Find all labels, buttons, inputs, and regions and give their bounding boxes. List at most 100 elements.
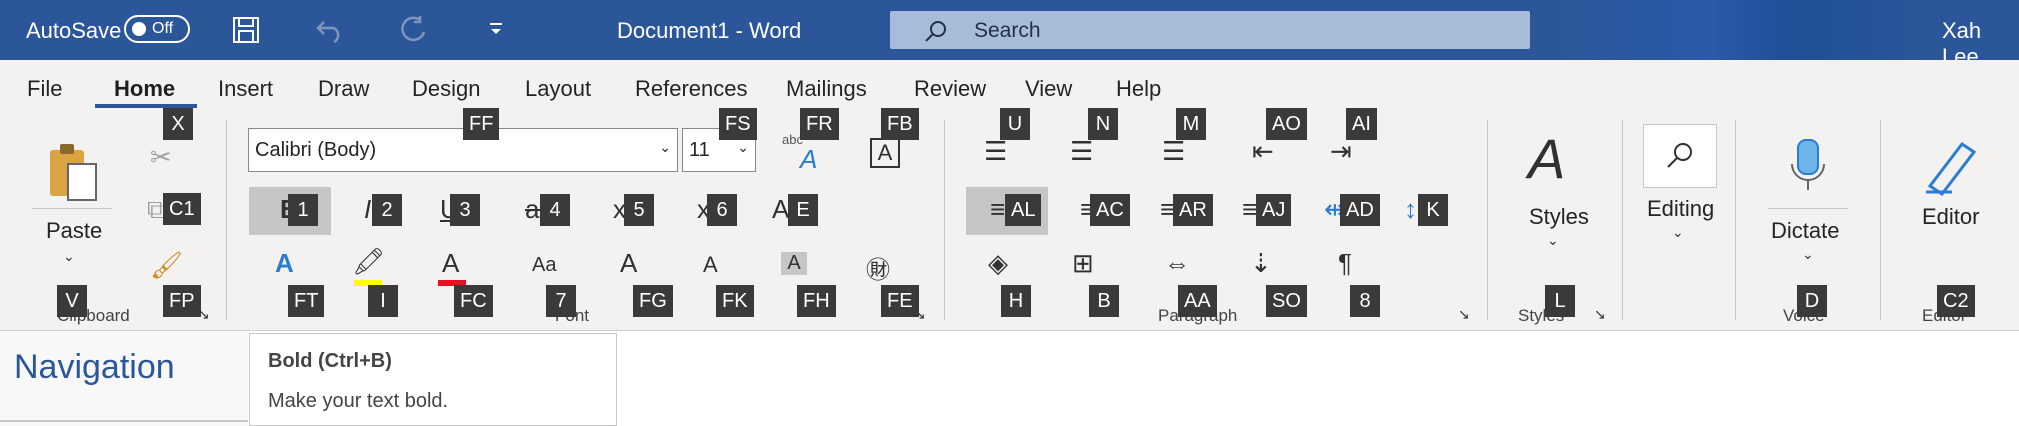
enclose-characters-icon[interactable]: ㊖ xyxy=(866,250,890,285)
keytip: FP xyxy=(163,285,201,317)
keytip: K xyxy=(1418,194,1448,226)
customize-qat-icon[interactable] xyxy=(488,22,504,38)
highlighter-icon[interactable]: 🖍 xyxy=(352,246,385,277)
navigation-title: Navigation xyxy=(14,348,175,386)
keytip: FT xyxy=(288,285,325,317)
keytip: AR xyxy=(1173,194,1213,226)
font-family-value: Calibri (Body) xyxy=(255,139,377,161)
editing-button[interactable] xyxy=(1643,124,1717,188)
paragraph-launcher-icon[interactable]: ↘ xyxy=(1458,306,1470,323)
keytip: AD xyxy=(1340,194,1380,226)
editing-dropdown-icon[interactable]: ⌄ xyxy=(1672,224,1684,241)
search-icon xyxy=(925,21,946,42)
change-case-icon[interactable]: Aa xyxy=(532,254,556,277)
keytip: 2 xyxy=(372,194,402,226)
format-painter-icon[interactable]: 🖌 xyxy=(150,250,183,281)
bullets-icon[interactable]: ☰ xyxy=(984,136,1007,167)
tab-mailings[interactable]: Mailings xyxy=(786,76,867,102)
keytip: FE xyxy=(881,285,919,317)
paste-divider xyxy=(32,208,112,209)
decrease-indent-icon[interactable]: ⇤ xyxy=(1252,136,1274,167)
font-color-icon[interactable]: A xyxy=(442,248,459,279)
tab-layout[interactable]: Layout xyxy=(525,76,591,102)
keytip: 5 xyxy=(624,194,654,226)
title-bar-pattern xyxy=(1560,0,1940,60)
numbering-icon[interactable]: ☰ xyxy=(1070,136,1093,167)
search-icon xyxy=(1667,143,1692,168)
borders-icon[interactable]: ⊞ xyxy=(1072,248,1094,279)
increase-indent-icon[interactable]: ⇥ xyxy=(1330,136,1352,167)
keytip: C1 xyxy=(163,193,201,225)
asian-layout-icon[interactable]: ⇔ xyxy=(1164,248,1190,279)
ribbon-tabs: File Home Insert Draw Design Layout Refe… xyxy=(0,60,2019,112)
keytip: FB xyxy=(881,108,919,140)
styles-label[interactable]: Styles xyxy=(1529,204,1589,230)
chevron-down-icon: ⌄ xyxy=(737,139,749,155)
keytip: H xyxy=(1001,285,1031,317)
tab-help[interactable]: Help xyxy=(1116,76,1161,102)
group-separator xyxy=(1487,120,1488,320)
keytip: AJ xyxy=(1256,194,1292,226)
keytip: I xyxy=(368,285,398,317)
shrink-font-icon[interactable]: A xyxy=(703,252,718,278)
keytip: AL xyxy=(1005,194,1042,226)
paste-label[interactable]: Paste xyxy=(46,218,102,244)
styles-dropdown-icon[interactable]: ⌄ xyxy=(1547,232,1559,249)
multilevel-list-icon[interactable]: ☰ xyxy=(1162,136,1185,167)
title-bar: AutoSave Off Document1 - Word Search Xah… xyxy=(0,0,2019,69)
paste-icon[interactable] xyxy=(46,142,102,204)
save-icon[interactable] xyxy=(232,16,260,44)
grow-font-icon[interactable]: A xyxy=(620,248,637,279)
document-title: Document1 - Word xyxy=(617,18,802,43)
sort-icon[interactable]: ⇣ xyxy=(1250,248,1272,279)
text-effect-icon[interactable]: A xyxy=(275,248,294,279)
tooltip-description: Make your text bold. xyxy=(268,390,449,412)
line-spacing-icon[interactable]: ↕ xyxy=(1404,194,1417,225)
tab-draw[interactable]: Draw xyxy=(318,76,369,102)
keytip: FK xyxy=(716,285,754,317)
chevron-down-icon: ⌄ xyxy=(659,139,671,155)
paragraph-shading-icon[interactable]: ◈ xyxy=(988,248,1008,279)
editor-icon[interactable] xyxy=(1922,136,1982,196)
cut-icon[interactable]: ✂ xyxy=(150,142,172,173)
keytip: FC xyxy=(454,285,493,317)
italic-icon[interactable]: I xyxy=(364,194,371,225)
undo-icon[interactable] xyxy=(316,16,346,44)
font-size-value: 11 xyxy=(689,139,710,161)
redo-icon[interactable] xyxy=(398,14,428,46)
character-border-icon[interactable]: A xyxy=(870,138,900,168)
toggle-knob xyxy=(132,22,146,36)
styles-launcher-icon[interactable]: ↘ xyxy=(1594,306,1606,323)
keytip: X xyxy=(163,108,193,140)
editing-label[interactable]: Editing xyxy=(1647,196,1714,222)
tab-view[interactable]: View xyxy=(1025,76,1072,102)
microphone-icon[interactable] xyxy=(1790,138,1826,194)
tab-design[interactable]: Design xyxy=(412,76,480,102)
tab-references[interactable]: References xyxy=(635,76,748,102)
dictate-label[interactable]: Dictate xyxy=(1771,218,1839,244)
keytip: 7 xyxy=(546,285,576,317)
editor-label[interactable]: Editor xyxy=(1922,204,1979,230)
keytip: AA xyxy=(1178,285,1217,317)
keytip: FR xyxy=(800,108,839,140)
shading-icon[interactable]: A xyxy=(781,252,807,275)
keytip: 3 xyxy=(450,194,480,226)
dictate-dropdown-icon[interactable]: ⌄ xyxy=(1802,246,1814,263)
tab-review[interactable]: Review xyxy=(914,76,986,102)
tab-insert[interactable]: Insert xyxy=(218,76,273,102)
text-effects-icon[interactable]: A xyxy=(772,194,789,225)
keytip: AC xyxy=(1090,194,1130,226)
tab-file[interactable]: File xyxy=(27,76,62,102)
paste-dropdown-icon[interactable]: ⌄ xyxy=(63,248,75,265)
clear-formatting-a-icon: A xyxy=(800,144,818,174)
justify-icon[interactable]: ≡ xyxy=(1242,194,1257,225)
tab-home[interactable]: Home xyxy=(114,76,175,102)
keytip: D xyxy=(1797,285,1827,317)
align-left-icon[interactable]: ≡ xyxy=(990,194,1005,225)
search-box[interactable]: Search xyxy=(890,11,1530,49)
styles-icon[interactable]: A xyxy=(1528,126,1565,191)
keytip: N xyxy=(1088,108,1118,140)
keytip: U xyxy=(1000,108,1030,140)
autosave-toggle[interactable]: Off xyxy=(124,15,190,43)
show-marks-icon[interactable]: ¶ xyxy=(1338,248,1352,279)
